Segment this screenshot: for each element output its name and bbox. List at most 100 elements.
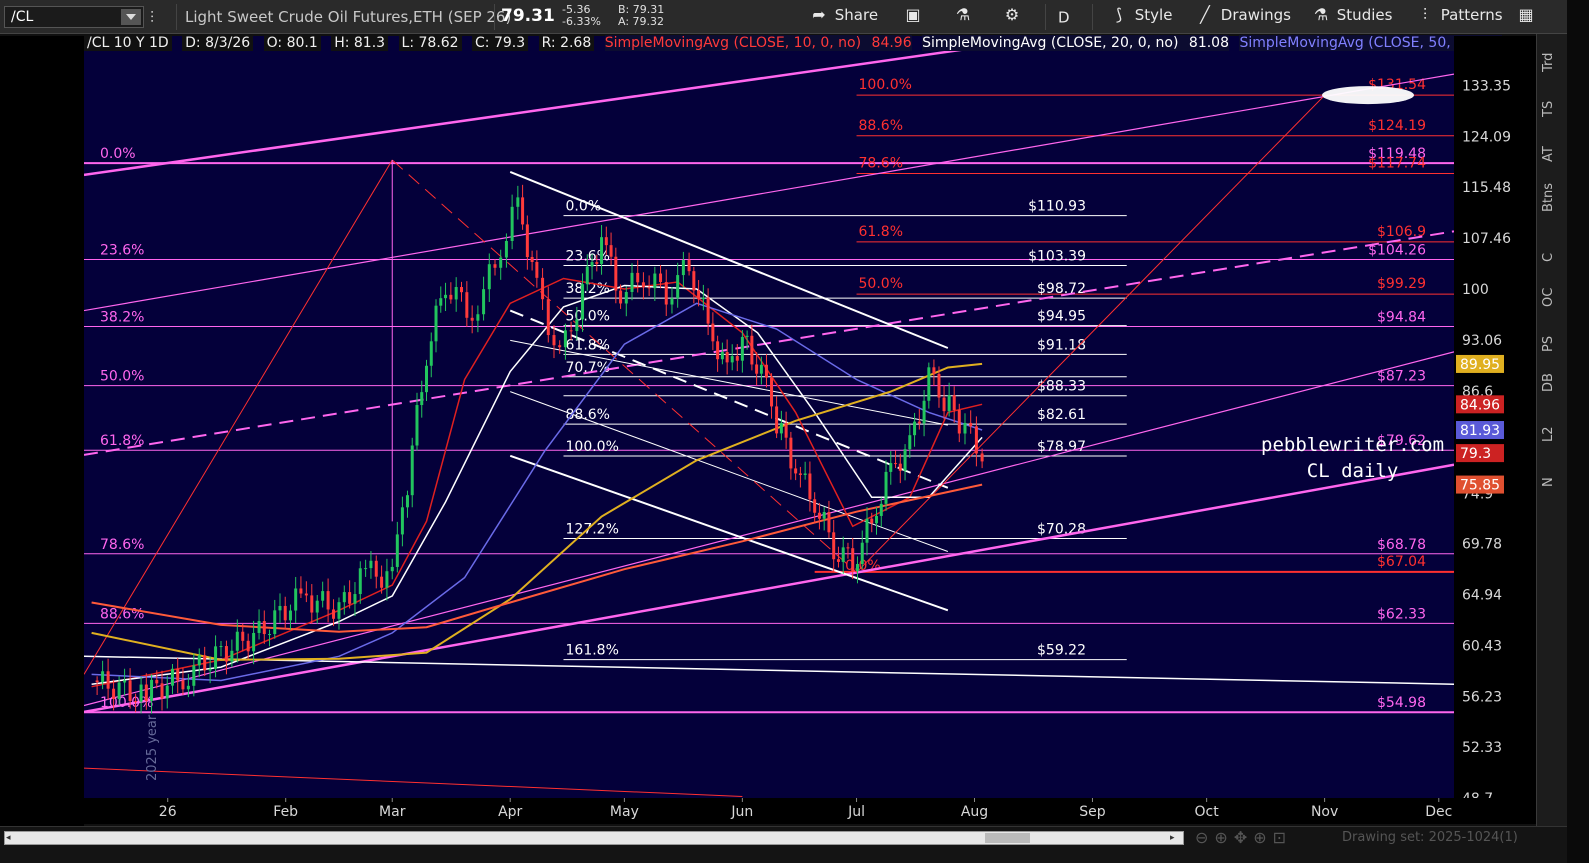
candle-body xyxy=(764,364,768,378)
candle-body xyxy=(353,594,357,604)
side-tab-label: C xyxy=(1541,252,1556,262)
candle-body xyxy=(653,273,657,289)
candle-body xyxy=(619,290,623,304)
candle-body xyxy=(465,292,469,318)
side-tab-btns[interactable]: Btns xyxy=(1537,183,1568,224)
candle-body xyxy=(283,605,287,621)
toolbar-divider xyxy=(1045,4,1046,30)
candle-body xyxy=(870,518,874,524)
candle-body xyxy=(590,262,594,267)
candle-body xyxy=(342,592,346,603)
symbol-input[interactable]: /CL xyxy=(4,6,144,28)
side-tab-label: N xyxy=(1541,477,1556,487)
candle-body xyxy=(730,356,734,363)
study-sma20-value: 81.08 xyxy=(1188,35,1229,51)
fib-red-pct: 100.0% xyxy=(859,77,912,93)
side-tab-c[interactable]: C xyxy=(1537,234,1568,274)
zoom-tools: ⊖⊕✥⊕⊡ xyxy=(1195,828,1292,847)
timeframe-button[interactable]: D xyxy=(1058,8,1070,32)
candle-body xyxy=(664,282,668,305)
candle-body xyxy=(770,377,774,407)
fib-white-price: $103.39 xyxy=(1028,248,1086,264)
candle-body xyxy=(224,646,228,662)
fib-magenta-pct: 38.2% xyxy=(100,310,144,326)
instrument-description: Light Sweet Crude Oil Futures,ETH (SEP 2… xyxy=(185,8,512,26)
candle-body xyxy=(546,299,550,336)
candle-body xyxy=(405,495,409,508)
study-sma20[interactable]: SimpleMovingAvg (CLOSE, 20, 0, no) 81.08 xyxy=(922,35,1229,51)
candle-body xyxy=(720,352,724,360)
chart-plot-area[interactable]: 0.0% $119.48 23.6% $104.26 38.2% $94.84 50.0% $… xyxy=(84,36,1454,798)
zoom-fit-icon[interactable]: ⊡ xyxy=(1273,828,1292,847)
side-tab-oc[interactable]: OC xyxy=(1537,279,1568,319)
side-tab-db[interactable]: DB xyxy=(1537,364,1568,404)
candle-body xyxy=(884,471,888,504)
side-tab-ts[interactable]: TS xyxy=(1537,89,1568,129)
flask-button[interactable]: ⚗ xyxy=(952,5,974,29)
side-tab-label: TS xyxy=(1541,100,1556,117)
fib-red-price: $99.29 xyxy=(1377,276,1426,292)
price-tag-label: 75.85 xyxy=(1460,478,1500,494)
study-sma10[interactable]: SimpleMovingAvg (CLOSE, 10, 0, no) 84.96 xyxy=(604,35,912,51)
candle-body xyxy=(155,679,159,684)
candle-body xyxy=(299,588,303,594)
candle-body xyxy=(374,560,378,577)
share-button[interactable]: ➦ Share xyxy=(808,5,878,29)
year-marker: 2025 year xyxy=(145,714,160,781)
toolbar-divider xyxy=(494,4,495,30)
chart-scrollbar[interactable]: ◂ ▸ xyxy=(4,831,1184,845)
price-tick-label: 60.43 xyxy=(1462,638,1502,654)
candle-body xyxy=(779,423,783,434)
candle-body xyxy=(711,323,715,342)
candle-body xyxy=(139,684,143,702)
side-tab-n[interactable]: N xyxy=(1537,459,1568,499)
candle-body xyxy=(454,287,458,300)
study-sma10-value: 84.96 xyxy=(871,35,912,51)
crosshair-icon[interactable]: ⊕ xyxy=(1253,828,1272,847)
price-axis[interactable]: 133.35 124.09 115.48 107.46 100 93.06 86.6 74.9… xyxy=(1454,36,1536,807)
price-tag-label: 79.3 xyxy=(1460,446,1491,462)
watermark-caption: CL daily xyxy=(1306,460,1399,482)
time-axis[interactable]: 26 Feb Mar Apr May Jun Jul Aug Sep Oct Nov Dec xyxy=(84,798,1536,824)
trend-line xyxy=(509,309,949,489)
settings-sliders-icon[interactable]: ⫶ xyxy=(150,8,154,28)
side-tab-at[interactable]: AT xyxy=(1537,134,1568,174)
grid-layout-button[interactable]: ▦ xyxy=(1515,5,1537,29)
studies-button[interactable]: ⚗ Studies xyxy=(1310,5,1393,29)
style-button[interactable]: ⟆ Style xyxy=(1108,5,1173,29)
candle-body xyxy=(117,682,121,699)
scroll-left-icon[interactable]: ◂ xyxy=(6,833,16,843)
drawings-button[interactable]: ╱ Drawings xyxy=(1194,5,1291,29)
scroll-right-icon[interactable]: ▸ xyxy=(1170,833,1180,843)
symbol-dropdown-icon[interactable] xyxy=(121,9,141,25)
candle-body xyxy=(176,668,180,681)
price-tick-label: 69.78 xyxy=(1462,537,1502,553)
side-tab-trd[interactable]: Trd xyxy=(1537,44,1568,84)
candle-body xyxy=(504,240,508,258)
candle-body xyxy=(957,410,961,434)
pan-icon[interactable]: ✥ xyxy=(1234,828,1253,847)
candle-body xyxy=(395,534,399,567)
candle-body xyxy=(836,559,840,562)
fib-red-pct: 88.6% xyxy=(859,118,903,134)
candle-body xyxy=(434,305,438,342)
zoom-in-icon[interactable]: ⊕ xyxy=(1214,828,1233,847)
candle-body xyxy=(687,259,691,272)
settings-button[interactable]: ⚙ xyxy=(1001,5,1023,29)
side-tab-ps[interactable]: PS xyxy=(1537,324,1568,364)
candle-body xyxy=(123,680,127,683)
scrollbar-thumb[interactable] xyxy=(985,833,1030,843)
price-tick-label: 124.09 xyxy=(1462,129,1511,145)
candle-body xyxy=(134,701,138,703)
time-tick-label: Apr xyxy=(498,804,522,820)
fib-magenta-price: $68.78 xyxy=(1377,537,1426,553)
candle-body xyxy=(499,257,503,268)
zoom-out-icon[interactable]: ⊖ xyxy=(1195,828,1214,847)
candle-body xyxy=(670,298,674,305)
side-tab-l2[interactable]: L2 xyxy=(1537,414,1568,454)
timeframe-label: D xyxy=(1058,8,1070,27)
snapshot-button[interactable]: ▣ xyxy=(902,5,924,29)
candle-body xyxy=(235,631,239,651)
patterns-button[interactable]: ⫶ Patterns xyxy=(1414,5,1503,29)
candle-body xyxy=(636,272,640,283)
